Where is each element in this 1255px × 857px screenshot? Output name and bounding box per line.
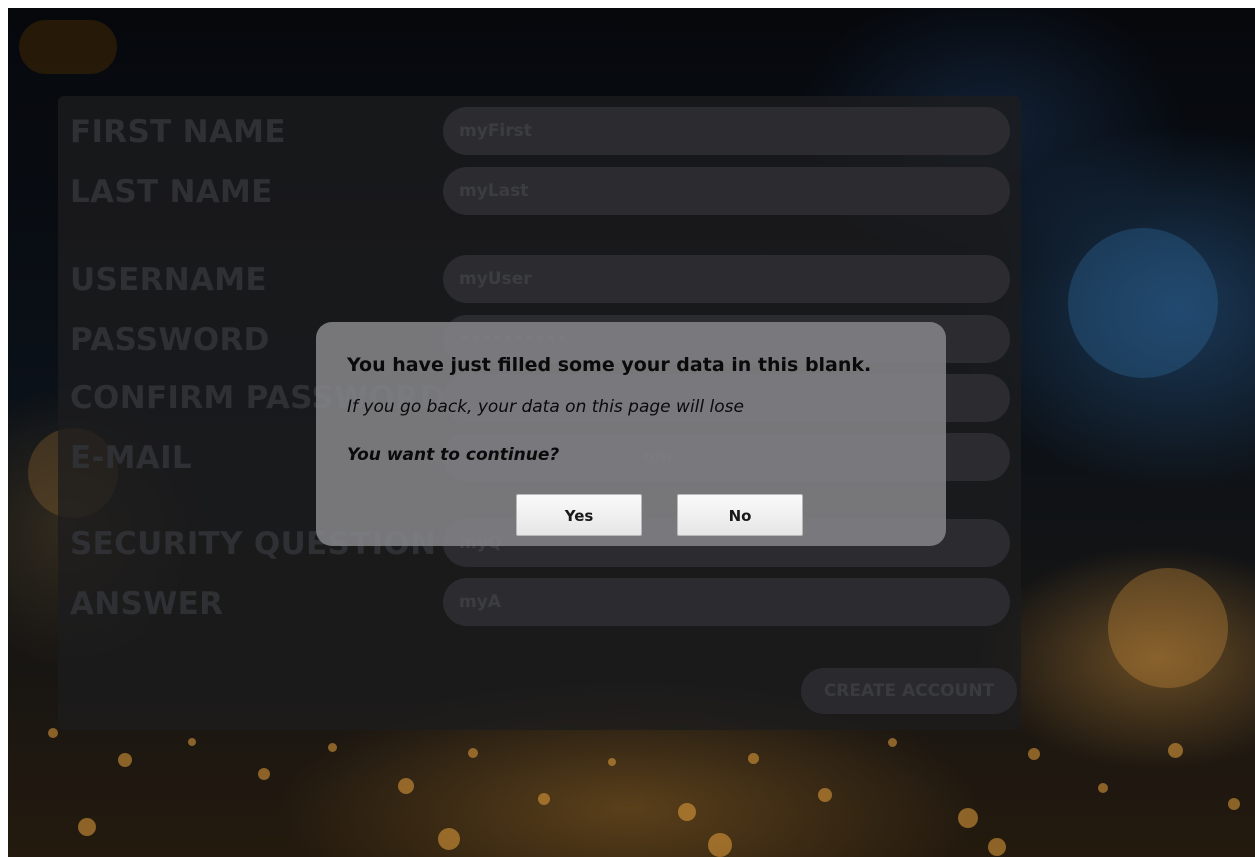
yes-button[interactable]: Yes — [516, 494, 642, 536]
dialog-warning: If you go back, your data on this page w… — [347, 397, 744, 417]
dialog-question: You want to continue? — [347, 445, 560, 465]
email-label: E-MAIL — [70, 440, 192, 476]
app-window: FIRST NAME myFirst LAST NAME myLast USER… — [8, 8, 1255, 857]
last-name-label: LAST NAME — [70, 174, 273, 210]
last-name-field[interactable]: myLast — [443, 167, 1010, 215]
background-bokeh — [1108, 568, 1228, 688]
username-label: USERNAME — [70, 262, 267, 298]
background-bokeh — [1068, 228, 1218, 378]
password-label: PASSWORD — [70, 322, 270, 358]
confirm-leave-dialog: You have just filled some your data in t… — [316, 322, 946, 546]
dialog-message: You have just filled some your data in t… — [347, 354, 872, 376]
first-name-field[interactable]: myFirst — [443, 107, 1010, 155]
first-name-label: FIRST NAME — [70, 114, 286, 150]
create-account-button[interactable]: CREATE ACCOUNT — [801, 668, 1017, 714]
back-button[interactable] — [19, 20, 117, 74]
answer-label: ANSWER — [70, 586, 224, 622]
answer-field[interactable]: myA — [443, 578, 1010, 626]
username-field[interactable]: myUser — [443, 255, 1010, 303]
no-button[interactable]: No — [677, 494, 803, 536]
